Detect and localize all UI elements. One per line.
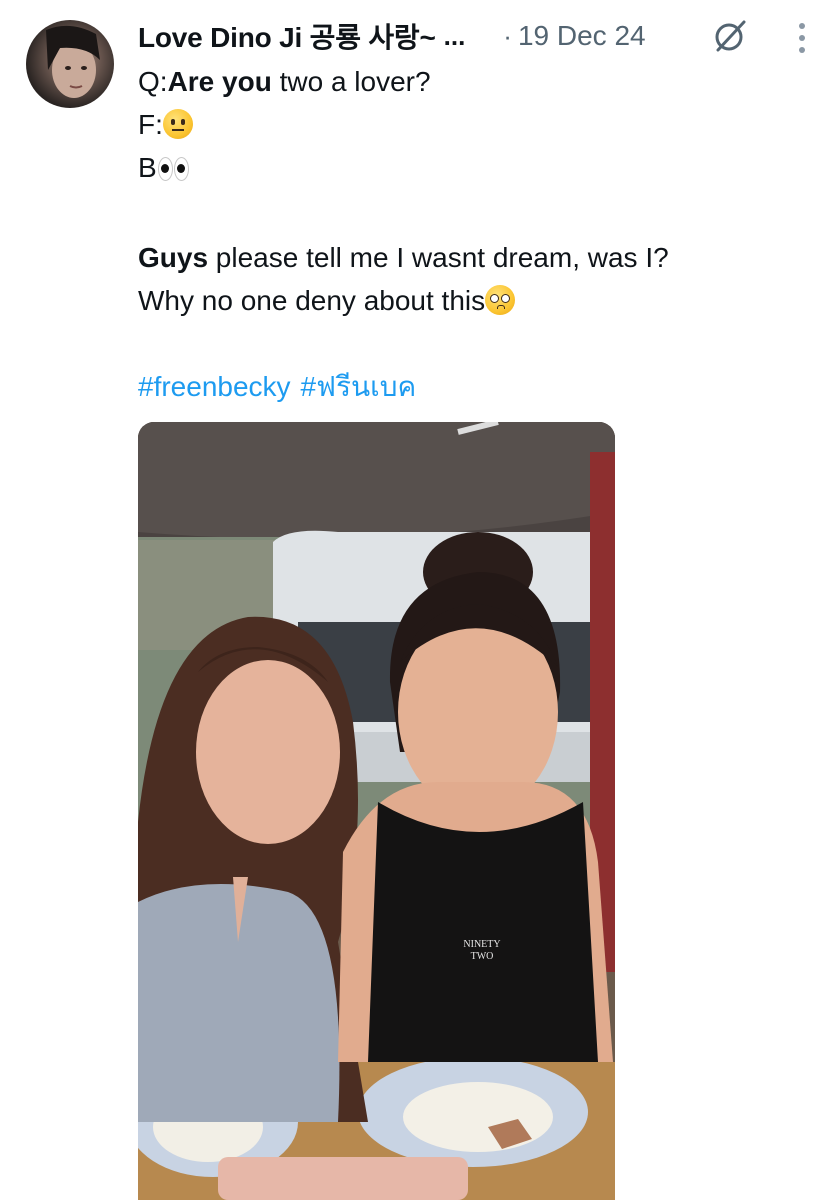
tweet[interactable]: Love Dino Ji 공룡 사랑~ ... · 19 Dec 24 Q:Ar… — [0, 0, 820, 1200]
eyes-emoji-icon — [157, 150, 190, 193]
hashtag-freenbecky[interactable]: #freenbecky — [138, 371, 291, 402]
tweet-text: Q:Are you two a lover? F: B Guys please … — [138, 60, 798, 408]
tweet-photo[interactable]: NINETY TWO — [138, 422, 615, 1200]
pleading-face-emoji-icon — [485, 285, 516, 315]
more-vertical-icon[interactable] — [792, 18, 812, 58]
shirt-text-line1: NINETY — [463, 939, 500, 950]
guys-line: Guys please tell me I wasnt dream, was I… — [138, 242, 669, 273]
why-line: Why no one deny about this — [138, 279, 798, 322]
neutral-face-emoji-icon — [162, 109, 193, 139]
b-line: B — [138, 146, 798, 193]
hashtags: #freenbecky #ฟรีนเบค — [138, 365, 798, 408]
avatar[interactable] — [26, 20, 114, 108]
f-line: F: — [138, 103, 798, 146]
tweet-date[interactable]: 19 Dec 24 — [518, 20, 646, 52]
hashtag-thai[interactable]: #ฟรีนเบค — [301, 371, 417, 402]
question-line: Q:Are you two a lover? — [138, 66, 431, 97]
author-name-ellipsis: ... — [443, 20, 466, 51]
grok-icon[interactable] — [712, 18, 748, 54]
shirt-text-line2: TWO — [471, 951, 494, 962]
separator-dot: · — [503, 20, 512, 51]
author-name[interactable]: Love Dino Ji 공룡 사랑~ — [138, 16, 436, 56]
